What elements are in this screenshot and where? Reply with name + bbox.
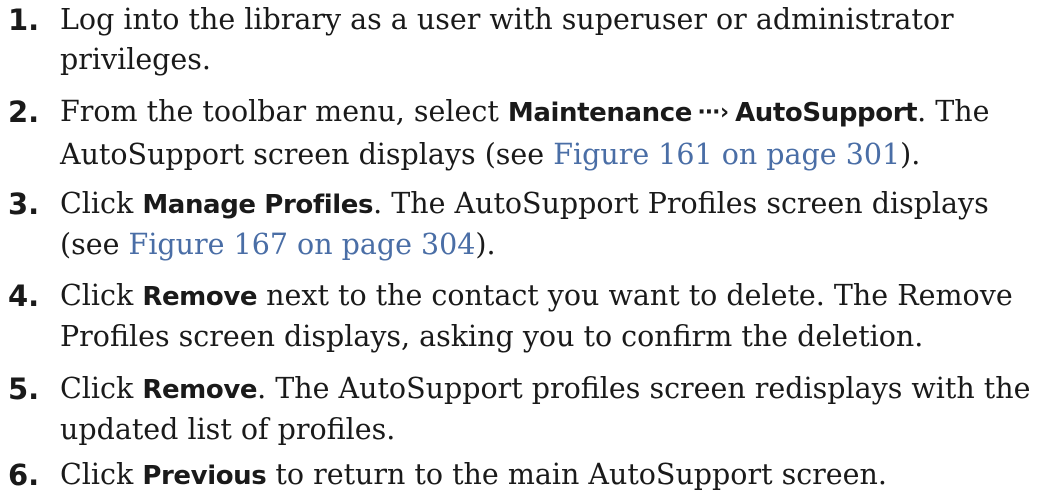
step-number: 3. bbox=[8, 187, 40, 221]
step-number: 1. bbox=[8, 3, 40, 37]
menu-autosupport: AutoSupport bbox=[735, 98, 918, 128]
figure-161-link[interactable]: Figure 161 on page 301 bbox=[553, 138, 900, 171]
step-number: 5. bbox=[8, 372, 40, 406]
previous-label: Previous bbox=[142, 461, 267, 491]
menu-maintenance: Maintenance bbox=[507, 98, 693, 128]
step-text: Click Remove next to the contact you wan… bbox=[60, 279, 1013, 353]
remove-label: Remove bbox=[142, 282, 258, 312]
step-text: Click Manage Profiles. The AutoSupport P… bbox=[60, 187, 989, 261]
step-text: Click Previous to return to the main Aut… bbox=[60, 458, 887, 491]
dotted-arrow-right-icon: ⋯› bbox=[697, 100, 730, 125]
step-text: Click Remove. The AutoSupport profiles s… bbox=[60, 372, 1031, 446]
step-text: From the toolbar menu, select Maintenanc… bbox=[60, 95, 990, 171]
step-number: 2. bbox=[8, 95, 40, 129]
remove-label: Remove bbox=[142, 375, 258, 405]
step-number: 6. bbox=[8, 458, 40, 492]
step-number: 4. bbox=[8, 279, 40, 313]
figure-167-link[interactable]: Figure 167 on page 304 bbox=[129, 228, 476, 261]
manage-profiles-label: Manage Profiles bbox=[142, 190, 374, 220]
step-text: Log into the library as a user with supe… bbox=[60, 3, 954, 76]
